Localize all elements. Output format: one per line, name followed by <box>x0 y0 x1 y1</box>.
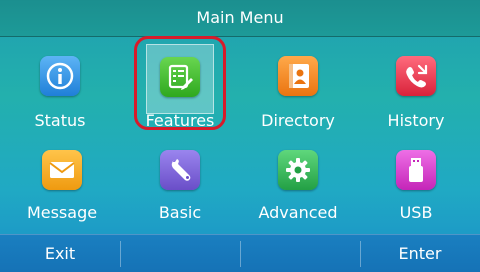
menu-item-label: Advanced <box>258 203 338 222</box>
envelope-icon <box>42 150 82 190</box>
menu-item-label: Message <box>26 203 98 222</box>
softkey-bar: Exit Enter <box>0 234 480 272</box>
gear-icon <box>278 150 318 190</box>
menu-item-label: Basic <box>158 203 202 222</box>
menu-item-label: Features <box>145 111 215 130</box>
softkey-divider <box>120 241 121 267</box>
call-history-icon <box>396 56 436 96</box>
phone-screen: Main Menu Status Features Directory Hist… <box>0 0 480 272</box>
usb-drive-icon <box>396 150 436 190</box>
contact-book-icon <box>278 56 318 96</box>
softkey-divider <box>240 241 241 267</box>
title-bar: Main Menu <box>0 0 480 37</box>
features-icon <box>160 57 200 97</box>
menu-item-label: USB <box>399 203 433 222</box>
info-icon <box>40 56 80 96</box>
menu-item-label: History <box>387 111 445 130</box>
enter-softkey[interactable]: Enter <box>360 235 480 272</box>
page-title: Main Menu <box>196 8 284 27</box>
menu-item-label: Directory <box>261 111 335 130</box>
exit-softkey[interactable]: Exit <box>0 235 120 272</box>
wrench-icon <box>160 150 200 190</box>
menu-item-label: Status <box>34 111 86 130</box>
